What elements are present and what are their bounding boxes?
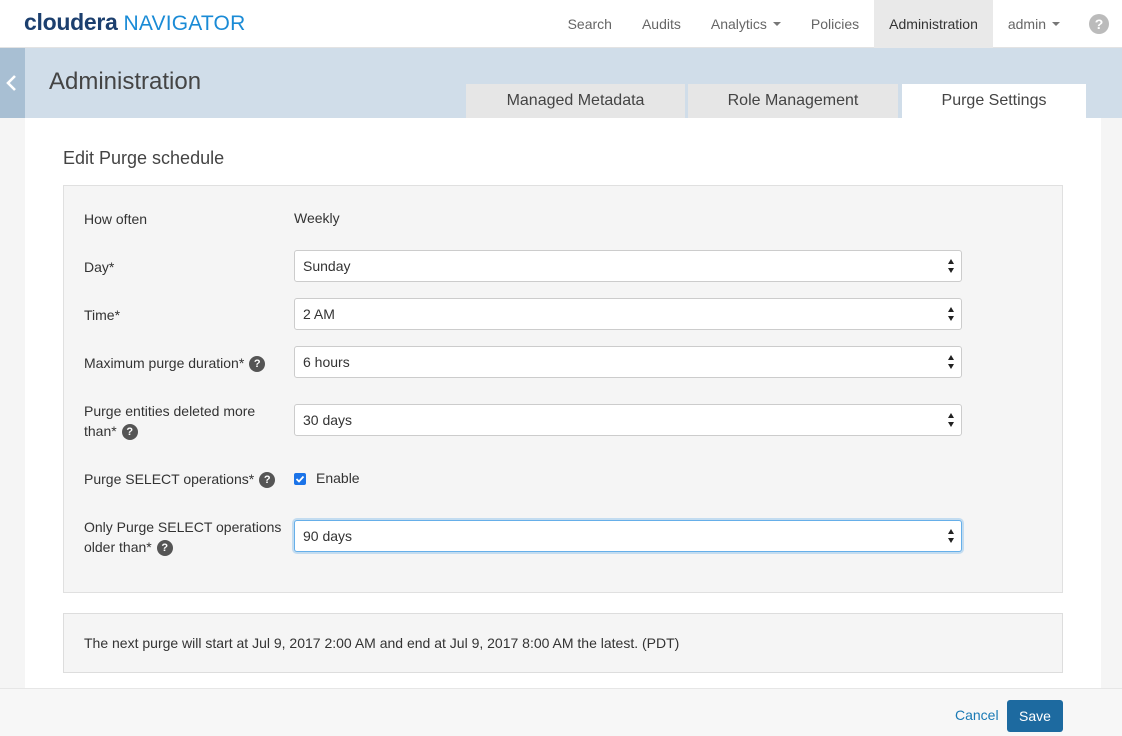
save-button[interactable]: Save [1007,700,1063,732]
select-arrows-icon [948,413,956,427]
check-icon [295,475,305,483]
purge-schedule-form: How often Weekly Day* Sunday Time* 2 AM … [63,185,1063,593]
purge-select-enable-checkbox[interactable] [294,473,306,485]
day-label: Day* [84,259,115,275]
question-circle-icon[interactable]: ? [156,540,173,556]
only-select-value: 90 days [303,528,353,544]
sidebar-toggle[interactable] [0,48,25,118]
select-arrows-icon [948,259,956,273]
nav-administration[interactable]: Administration [874,0,993,48]
question-circle-icon[interactable]: ? [249,356,266,372]
purge-select-label: Purge SELECT operations* [84,471,255,487]
tab-purge-settings[interactable]: Purge Settings [902,84,1086,118]
caret-down-icon [1052,22,1060,26]
tab-role-management[interactable]: Role Management [688,84,898,118]
brand-logo[interactable]: cloudera NAVIGATOR [24,9,245,39]
time-select[interactable]: 2 AM [294,298,962,330]
only-select-label: Only Purge SELECT operations older than* [84,519,282,555]
question-circle-icon[interactable]: ? [259,472,276,488]
question-circle-icon[interactable]: ? [121,424,138,440]
page-header: Administration Managed Metadata Role Man… [0,48,1122,118]
time-select-value: 2 AM [303,306,335,322]
page-title: Administration [49,68,202,95]
purge-select-label-row: Purge SELECT operations*? [84,469,304,489]
question-circle-icon: ? [1089,14,1109,34]
max-duration-value: 6 hours [303,354,350,370]
main-content: Edit Purge schedule How often Weekly Day… [25,118,1101,688]
tab-managed-metadata[interactable]: Managed Metadata [466,84,685,118]
how-often-value: Weekly [294,210,340,226]
max-duration-select[interactable]: 6 hours [294,346,962,378]
nav-menu: Search Audits Analytics Policies Adminis… [553,0,1122,48]
nav-analytics-label: Analytics [710,16,767,32]
max-duration-label-row: Maximum purge duration*? [84,353,304,373]
top-navbar: cloudera NAVIGATOR Search Audits Analyti… [0,0,1122,48]
time-label: Time* [84,307,121,323]
nav-user-label: admin [1007,16,1046,32]
cancel-button[interactable]: Cancel [955,707,999,723]
purge-entities-value: 30 days [303,412,353,428]
next-purge-note: The next purge will start at Jul 9, 2017… [63,613,1063,673]
next-purge-text: The next purge will start at Jul 9, 2017… [84,635,680,651]
nav-audits[interactable]: Audits [627,0,696,48]
nav-policies[interactable]: Policies [796,0,874,48]
purge-select-enable-label[interactable]: Enable [316,470,360,486]
purge-entities-select[interactable]: 30 days [294,404,962,436]
help-button[interactable]: ? [1075,0,1122,48]
nav-analytics-dropdown[interactable]: Analytics [696,0,796,48]
section-title: Edit Purge schedule [63,148,225,168]
how-often-label: How often [84,211,148,227]
brand-name: cloudera [24,9,118,35]
nav-search[interactable]: Search [553,0,627,48]
purge-entities-label: Purge entities deleted more than* [84,403,256,439]
purge-entities-label-row: Purge entities deleted more than*? [84,401,274,441]
brand-product: NAVIGATOR [123,12,246,35]
form-footer: Cancel Save [0,688,1122,736]
only-select-label-row: Only Purge SELECT operations older than*… [84,517,294,557]
day-select[interactable]: Sunday [294,250,962,282]
caret-down-icon [772,22,781,26]
max-duration-label: Maximum purge duration* [84,355,245,371]
select-arrows-icon [948,529,956,543]
only-select-older-select[interactable]: 90 days [294,520,962,552]
select-arrows-icon [948,355,956,369]
day-select-value: Sunday [303,258,351,274]
select-arrows-icon [948,307,956,321]
chevron-left-icon [6,75,16,91]
nav-user-menu[interactable]: admin [993,0,1075,48]
